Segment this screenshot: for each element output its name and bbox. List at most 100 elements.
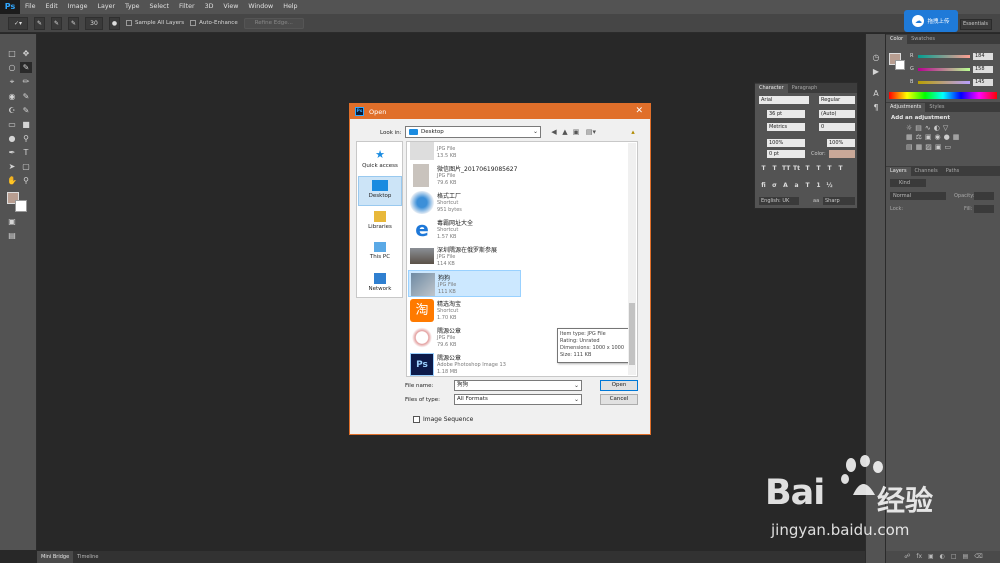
place-quick-access[interactable]: ★ Quick access [358, 146, 402, 176]
file-item[interactable]: 格式工厂 Shortcut 951 bytes [408, 189, 558, 216]
file-item[interactable]: Ps 隅源公章 Adobe Photoshop Image 13 1.18 MB [408, 351, 558, 376]
blue-slider[interactable]: B 145 [910, 78, 995, 86]
tab-swatches[interactable]: Swatches [907, 35, 939, 44]
blue-value[interactable]: 145 [973, 78, 993, 86]
swash-icon[interactable]: A [782, 182, 789, 189]
eyedropper-tool-icon[interactable]: ✏ [20, 76, 32, 87]
file-item-selected[interactable]: 狗狗 JPG File 111 KB [408, 270, 521, 297]
pen-tool-icon[interactable]: ✒ [6, 147, 18, 158]
menu-layer[interactable]: Layer [92, 0, 120, 14]
menu-window[interactable]: Window [243, 0, 278, 14]
threshold-icon[interactable]: ▨ [925, 143, 932, 151]
leading-input[interactable]: (Auto) [819, 110, 855, 118]
gradient-tool-icon[interactable]: ■ [20, 119, 32, 130]
tab-adjustments[interactable]: Adjustments [886, 103, 926, 112]
titling-icon[interactable]: T [804, 182, 811, 189]
history-panel-icon[interactable]: ◷ [870, 52, 882, 63]
levels-icon[interactable]: ▤ [915, 124, 922, 132]
add-selection-icon[interactable]: ✎ [51, 16, 62, 30]
sample-all-layers-checkbox[interactable]: Sample All Layers [126, 20, 184, 26]
selective-color-icon[interactable]: ▣ [935, 143, 942, 151]
baseline-shift-input[interactable]: 0 pt [767, 150, 805, 158]
image-sequence-check[interactable] [413, 416, 420, 423]
files-of-type-select[interactable]: All Formats ⌄ [454, 394, 582, 405]
spot-healing-tool-icon[interactable]: ◉ [6, 91, 18, 102]
clone-stamp-tool-icon[interactable]: ☪ [6, 105, 18, 116]
color-spectrum-bar[interactable] [889, 92, 997, 99]
menu-3d[interactable]: 3D [200, 0, 219, 14]
new-folder-icon[interactable]: ▣ [571, 127, 581, 137]
tab-color[interactable]: Color [886, 35, 908, 44]
place-desktop[interactable]: Desktop [358, 176, 402, 206]
vertical-scale-input[interactable]: 100% [767, 139, 805, 147]
menu-file[interactable]: File [20, 0, 41, 14]
underline-icon[interactable]: T [826, 165, 833, 172]
workspace-select[interactable]: Essentials [960, 19, 992, 30]
tool-preset-picker[interactable]: ✓▾ [8, 16, 28, 30]
quick-mask-icon[interactable]: ▣ [6, 216, 18, 227]
background-color-swatch[interactable] [15, 200, 27, 212]
subtract-selection-icon[interactable]: ✎ [68, 16, 79, 30]
type-tool-icon[interactable]: T [20, 147, 32, 158]
color-panel-background[interactable] [895, 60, 905, 70]
small-caps-icon[interactable]: Tt [793, 165, 800, 172]
history-brush-tool-icon[interactable]: ✎ [20, 105, 32, 116]
scrollbar-thumb[interactable] [629, 303, 635, 365]
invert-icon[interactable]: ▤ [906, 143, 913, 151]
up-folder-icon[interactable]: ▲ [560, 127, 570, 137]
black-white-icon[interactable]: ▣ [925, 133, 932, 141]
font-style-select[interactable]: Regular [819, 96, 855, 104]
old-style-icon[interactable]: σ [771, 182, 778, 189]
kerning-input[interactable]: Metrics [767, 123, 805, 131]
tab-mini-bridge[interactable]: Mini Bridge [37, 551, 74, 563]
vibrance-icon[interactable]: ▽ [943, 124, 948, 132]
ordinals-icon[interactable]: 1 [815, 182, 822, 189]
photo-filter-icon[interactable]: ◉ [935, 133, 941, 141]
file-item[interactable]: 微信图片_20170619085627 JPG File 79.6 KB [408, 162, 558, 189]
dialog-title-bar[interactable]: Ps Open ✕ [350, 104, 650, 119]
blend-mode-select[interactable]: Normal [890, 192, 946, 200]
refine-edge-button[interactable]: Refine Edge... [243, 17, 304, 29]
view-menu-icon[interactable]: ▤▾ [584, 127, 598, 137]
horizontal-scale-input[interactable]: 100% [827, 139, 855, 147]
browse-folder-icon[interactable]: ▴ [628, 127, 638, 137]
red-track[interactable] [918, 54, 970, 58]
subscript-icon[interactable]: T [815, 165, 822, 172]
green-value[interactable]: 158 [973, 65, 993, 73]
color-lookup-icon[interactable]: ▦ [953, 133, 960, 141]
font-family-select[interactable]: Arial [759, 96, 809, 104]
tab-styles[interactable]: Styles [925, 103, 948, 112]
place-network[interactable]: Network [358, 270, 402, 300]
screen-mode-icon[interactable]: ▤ [6, 230, 18, 241]
sample-all-layers-check[interactable] [126, 20, 132, 26]
file-item[interactable]: 隅源公章 JPG File 79.6 KB [408, 324, 558, 351]
hand-tool-icon[interactable]: ✋ [6, 175, 18, 186]
brush-pressure-icon[interactable]: ● [109, 16, 120, 30]
crop-tool-icon[interactable]: ⌖ [6, 76, 18, 87]
look-in-select[interactable]: Desktop ⌄ [405, 126, 541, 138]
gradient-map-icon[interactable]: ▭ [945, 143, 952, 151]
marquee-tool-icon[interactable]: □ [6, 48, 18, 59]
menu-view[interactable]: View [218, 0, 243, 14]
chevron-down-icon[interactable]: ⌄ [574, 395, 579, 404]
strikethrough-icon[interactable]: T [837, 165, 844, 172]
zoom-tool-icon[interactable]: ⚲ [20, 175, 32, 186]
tab-paths[interactable]: Paths [942, 167, 964, 176]
eraser-tool-icon[interactable]: ▭ [6, 119, 18, 130]
tab-channels[interactable]: Channels [911, 167, 942, 176]
cancel-button[interactable]: Cancel [600, 394, 638, 405]
faux-bold-icon[interactable]: T [760, 165, 767, 172]
place-this-pc[interactable]: This PC [358, 239, 402, 269]
red-value[interactable]: 184 [973, 52, 993, 60]
superscript-icon[interactable]: T [804, 165, 811, 172]
color-balance-icon[interactable]: ⚖ [916, 133, 922, 141]
file-item[interactable]: 淘 精选淘宝 Shortcut 1.70 KB [408, 297, 558, 324]
move-tool-icon[interactable]: ✥ [20, 48, 32, 59]
fill-input[interactable] [974, 205, 994, 213]
green-track[interactable] [918, 67, 970, 71]
menu-type[interactable]: Type [120, 0, 144, 14]
language-select[interactable]: English: UK [759, 197, 799, 205]
file-item[interactable]: 深圳隅源在俄罗斯参展 JPG File 114 KB [408, 243, 558, 270]
fractions-icon[interactable]: ½ [826, 182, 833, 189]
menu-filter[interactable]: Filter [174, 0, 200, 14]
